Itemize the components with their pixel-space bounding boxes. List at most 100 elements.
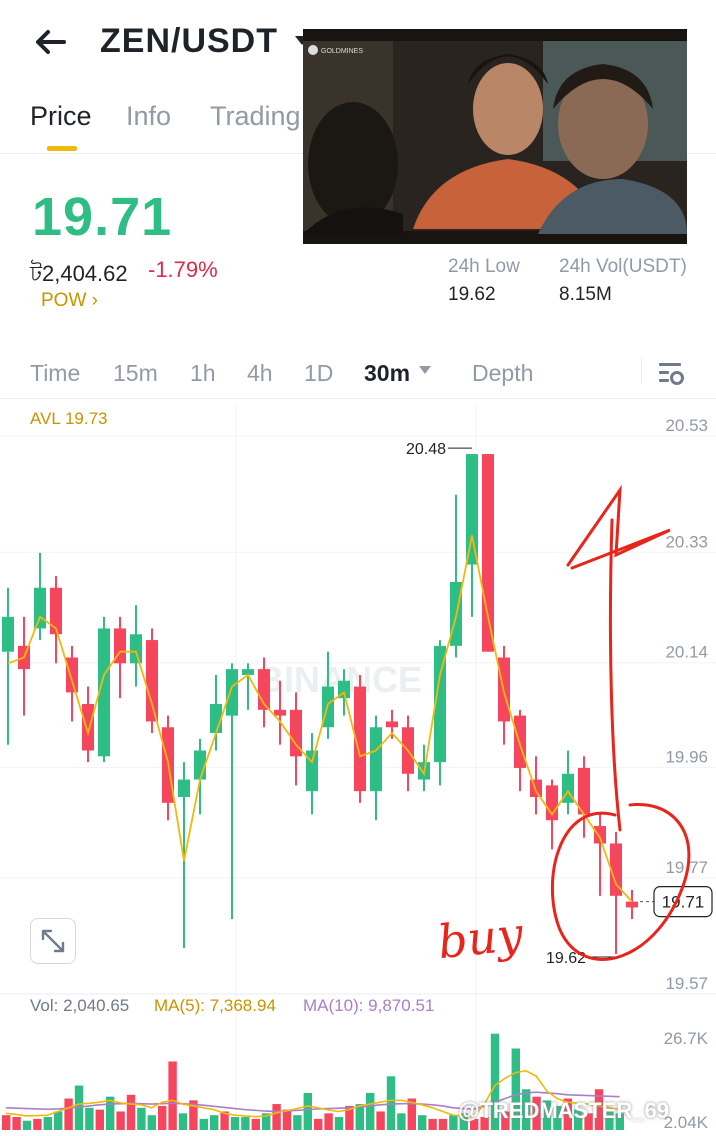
volume-bar [43,1117,52,1130]
volume-bar [428,1118,437,1130]
vol-24h-label: 24h Vol(USDT) [559,256,687,277]
price-change-percent: -1.79% [148,257,218,282]
volume-bar [95,1109,104,1130]
volume-bar [210,1115,219,1130]
price-axis-tick: 20.14 [665,643,708,662]
interval-1h[interactable]: 1h [190,360,216,387]
volume-bar [241,1117,250,1130]
volume-bar [366,1092,375,1130]
volume-bar [147,1115,156,1130]
interval-30m[interactable]: 30m [364,360,410,387]
candle-body [34,587,46,629]
low-24h-value: 19.62 [448,284,496,305]
user-watermark: @TREDMASTER_69 [458,1098,669,1123]
annotation-arrow-shaft [608,518,622,832]
volume-bar [137,1107,146,1130]
volume-axis-top: 26.7K [664,1029,709,1048]
volume-bar [376,1111,385,1130]
volume-bar [386,1076,396,1130]
candle-body [178,779,190,797]
volume-bar [158,1105,167,1130]
trading-pair-title[interactable]: ZEN/USDT [100,22,278,61]
volume-axis-bottom: 2.04K [664,1113,709,1132]
current-price-label: 19.71 [662,893,705,912]
volume-bar [251,1118,260,1130]
volume-bar [282,1109,292,1130]
volume-bar [230,1117,240,1130]
volume-bar [85,1107,94,1130]
candle-body [626,901,638,908]
volume-bar [334,1117,344,1130]
volume-bar [199,1118,208,1130]
volume-bar [303,1092,312,1130]
volume-bar [12,1117,21,1130]
price-axis-tick: 20.33 [665,532,708,551]
interval-bar: Time 15m 1h 4h 1D 30m Depth [0,350,716,399]
volume-bar [314,1118,323,1130]
fullscreen-button[interactable] [30,918,76,964]
candlestick-chart[interactable]: BINANCE 20.5320.3320.1419.9619.7719.57 2… [0,400,716,1136]
candle-body [386,721,398,728]
volume-bar [168,1061,177,1130]
interval-4h[interactable]: 4h [247,360,273,387]
candle-body [82,704,94,751]
price-markers: 20.4819.6219.71 [406,441,713,967]
annotation-arrowhead [566,484,671,570]
price-axis-tick: 19.96 [665,747,708,766]
volume-bar [324,1113,333,1130]
volume-bar [293,1115,302,1130]
price-axis-tick: 20.53 [665,416,708,435]
volume-bar [397,1113,406,1130]
tab-info[interactable]: Info [126,101,171,132]
annotation-buy-text: buy [435,907,526,970]
expand-icon [41,929,65,953]
volume-bar [22,1120,32,1130]
volume-bar [2,1115,11,1130]
interval-time[interactable]: Time [30,360,80,387]
volume-ma10-label: MA(10): 9,870.51 [303,996,434,1015]
candle-body [370,727,382,792]
volume-bar [449,1115,458,1130]
back-arrow-icon[interactable] [30,22,70,62]
interval-15m[interactable]: 15m [113,360,158,387]
volume-label: Vol: 2,040.65 [30,996,129,1015]
tab-price[interactable]: Price [30,101,92,132]
candle-body [530,779,542,797]
video-frame-image: GOLDMINES [303,29,687,244]
volume-bar [64,1098,73,1130]
candles-group [2,454,638,954]
low-24h-label: 24h Low [448,256,520,277]
volume-bar [178,1113,188,1130]
volume-bar [33,1118,42,1130]
candle-body [2,616,14,652]
high-marker-label: 20.48 [406,441,446,458]
chart-settings-icon[interactable] [656,360,686,388]
candle-body [466,454,478,565]
interval-depth[interactable]: Depth [472,360,533,387]
candle-body [594,826,606,844]
candle-body [66,657,78,693]
interval-dropdown-icon[interactable] [418,364,432,376]
candle-body [226,669,238,716]
last-price: 19.71 [32,187,173,247]
fiat-price: ট2,404.62 [30,261,128,286]
pow-tag-link[interactable]: POW › [41,290,98,312]
candle-body [274,709,286,716]
interval-1d[interactable]: 1D [304,360,333,387]
candle-body [130,634,142,664]
interval-separator [641,358,642,384]
active-tab-indicator [47,146,77,151]
volume-ma5-label: MA(5): 7,368.94 [154,996,276,1015]
video-logo: GOLDMINES [321,48,363,55]
volume-bar [272,1104,281,1130]
volume-bar [116,1111,125,1130]
candle-body [482,454,494,652]
vol-24h-value: 8.15M [559,284,612,305]
tab-trading[interactable]: Trading [210,101,301,132]
avl-label: AVL 19.73 [30,409,108,428]
volume-bar [418,1115,427,1130]
price-axis-tick: 19.57 [665,974,708,993]
volume-bar [438,1118,448,1130]
volume-bar [54,1111,63,1130]
video-overlay[interactable]: GOLDMINES [303,29,687,244]
